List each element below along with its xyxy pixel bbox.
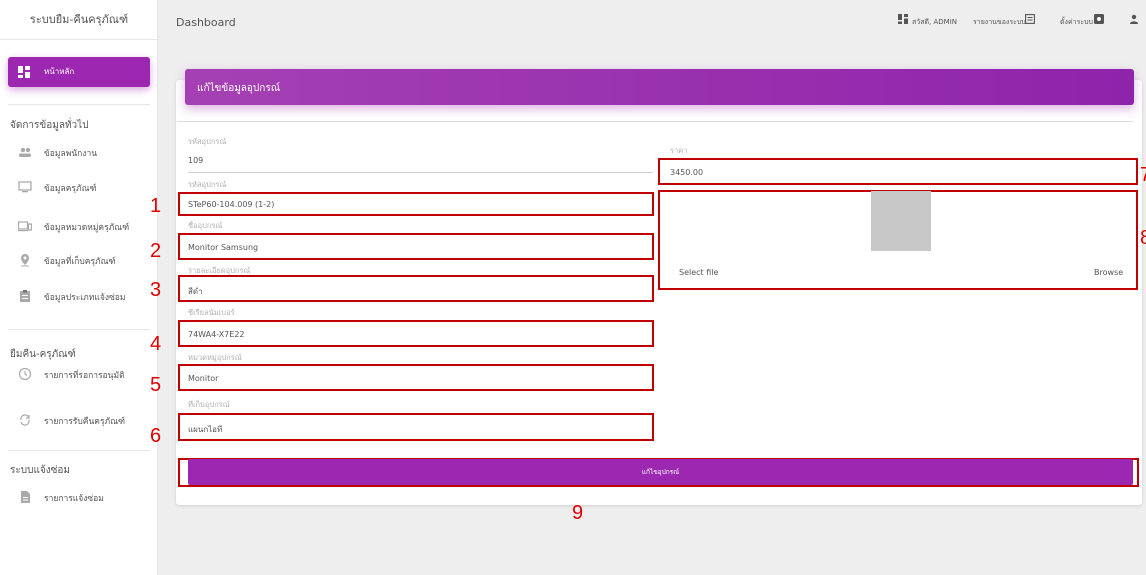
price-input-value: 3450.00 [670,168,704,177]
section-title-borrow: ยืมคืน-ครุภัณฑ์ [10,349,76,360]
category-input-value: Monitor [188,374,219,383]
serial-label: ซีเรียลนัมเบอร์ [188,308,235,317]
sidebar-item-label: รายการแจ้งซ่อม [44,494,104,504]
sidebar-item-employees[interactable]: ข้อมูลพนักงาน [8,140,150,164]
card-header: แก้ไขข้อมูลอุปกรณ์ [185,69,1134,105]
annotation-marker: 2 [150,240,162,262]
save-button-label: แก้ไขอุปกรณ์ [641,468,680,476]
id-value: 109 [188,156,204,165]
dashboard-icon [18,66,30,78]
section-title-general: จัดการข้อมูลทั่วไป [10,120,89,131]
brand-title: ระบบยืม-คืนครุภัณฑ์ [0,0,158,40]
sidebar-item-categories[interactable]: ข้อมูลหมวดหมู่ครุภัณฑ์ [8,214,150,238]
report-icon[interactable] [1025,14,1035,24]
sidebar-item-label: รายการที่รอการอนุมัติ [44,371,125,381]
report-link[interactable]: รายงานของระบบ [973,17,1026,28]
location-input-value: แผนกไอที [188,425,223,434]
location-field[interactable]: แผนกไอที [178,413,654,441]
sidebar-item-label: ข้อมูลที่เก็บครุภัณฑ์ [44,257,116,267]
settings-icon[interactable] [1094,14,1104,24]
annotation-marker: 1 [150,195,162,217]
divider [177,121,1133,122]
annotation-marker: 6 [150,425,162,447]
people-icon [19,147,31,157]
serial-field[interactable]: 74WA4-X7E22 [178,320,654,347]
devices-icon [18,221,32,232]
detail-field[interactable]: สีดำ [178,275,654,302]
sidebar-item-label: ข้อมูลพนักงาน [44,149,98,159]
detail-input-value: สีดำ [188,287,203,296]
topbar: Dashboard สวัสดี, ADMIN รายงานของระบบ ตั… [158,0,1146,44]
sync-icon [20,414,30,426]
code-field[interactable]: STeP60-104.009 (1-2) [178,192,654,216]
field-underline [188,172,653,173]
clipboard-icon [20,290,30,302]
sidebar-item-label: ข้อมูลประเภทแจ้งซ่อม [44,293,126,303]
sidebar-item-repair-types[interactable]: ข้อมูลประเภทแจ้งซ่อม [8,284,150,308]
settings-link[interactable]: ตั้งค่าระบบ [1060,17,1093,28]
sidebar-item-label: หน้าหลัก [44,67,75,76]
serial-input-value: 74WA4-X7E22 [188,330,245,339]
annotation-marker: 8 [1140,227,1146,249]
category-label: หมวดหมู่อุปกรณ์ [188,353,242,362]
name-label: ชื่ออุปกรณ์ [188,221,223,230]
browse-button[interactable]: Browse [1094,268,1123,277]
sidebar-item-repair-list[interactable]: รายการแจ้งซ่อม [8,485,150,509]
card-title: แก้ไขข้อมูลอุปกรณ์ [197,83,280,94]
sidebar: ระบบยืม-คืนครุภัณฑ์ หน้าหลัก จัดการข้อมู… [0,0,158,575]
user-greeting[interactable]: สวัสดี, ADMIN [912,17,957,28]
image-preview [871,191,931,251]
code-label: รหัสอุปกรณ์ [188,180,227,189]
divider [8,329,150,330]
dashboard-icon [898,14,908,24]
monitor-icon [18,181,32,193]
name-field[interactable]: Monitor Samsung [178,233,654,260]
sidebar-item-label: รายการรับคืนครุภัณฑ์ [44,417,126,427]
annotation-marker: 4 [150,333,162,355]
price-label: ราคา [670,146,688,155]
location-icon [21,254,29,267]
page-title: Dashboard [176,16,236,29]
sidebar-item-returns[interactable]: รายการรับคืนครุภัณฑ์ [8,408,150,432]
category-field[interactable]: Monitor [178,364,654,391]
annotation-marker: 7 [1140,164,1146,186]
name-input-value: Monitor Samsung [188,243,259,252]
annotation-marker: 3 [150,279,162,301]
code-input-value: STeP60-104.009 (1-2) [188,200,275,209]
annotation-marker: 9 [572,502,584,524]
sidebar-item-label: ข้อมูลหมวดหมู่ครุภัณฑ์ [44,223,130,233]
sidebar-item-storage[interactable]: ข้อมูลที่เก็บครุภัณฑ์ [8,248,150,272]
clock-icon [18,367,32,381]
section-title-repair: ระบบแจ้งซ่อม [10,465,71,476]
document-icon [21,491,30,503]
save-button[interactable]: แก้ไขอุปกรณ์ [188,459,1133,485]
select-file-label: Select file [679,268,719,277]
price-field[interactable]: 3450.00 [658,158,1138,185]
divider [8,104,150,105]
divider [8,450,150,451]
sidebar-item-home[interactable]: หน้าหลัก [8,57,150,87]
sidebar-item-pending[interactable]: รายการที่รอการอนุมัติ [8,362,150,386]
sidebar-item-label: ข้อมูลครุภัณฑ์ [44,184,97,194]
id-label: รหัสอุปกรณ์ [188,137,227,146]
location-label: ที่เก็บอุปกรณ์ [188,400,230,409]
annotation-marker: 5 [150,374,162,396]
sidebar-item-equipment[interactable]: ข้อมูลครุภัณฑ์ [8,175,150,199]
user-icon[interactable] [1129,14,1139,24]
